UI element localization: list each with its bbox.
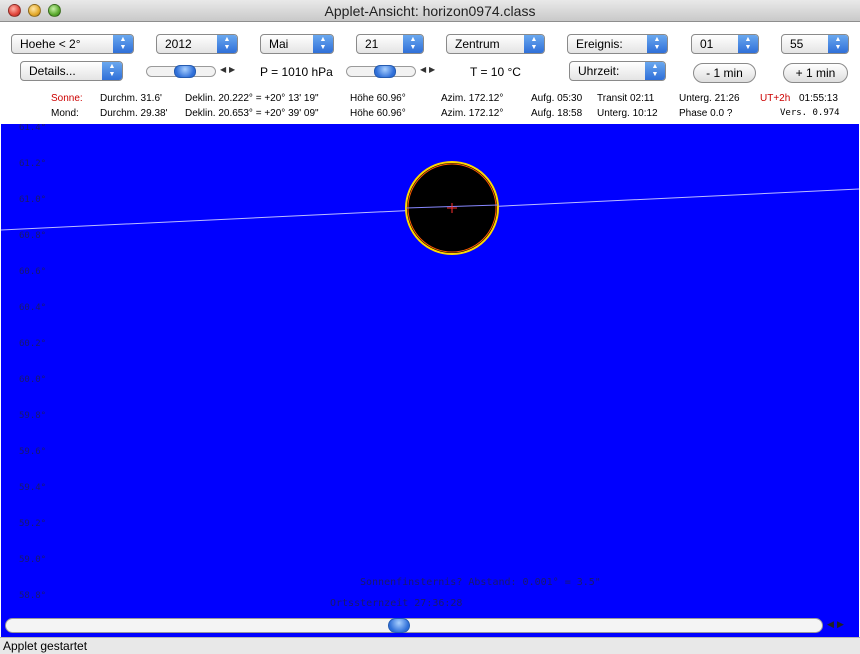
sun-rise: Aufg. 05:30 xyxy=(531,93,583,104)
chevron-updown-icon: ▲ ▼ xyxy=(828,35,848,53)
title-bar: Applet-Ansicht: horizon0974.class xyxy=(0,0,860,22)
zentrum-select[interactable]: Zentrum ▲ ▼ xyxy=(446,34,545,54)
pressure-label: P = 1010 hPa xyxy=(260,65,333,79)
chevron-updown-icon: ▲ ▼ xyxy=(113,35,133,53)
minute-value: 55 xyxy=(790,37,804,51)
pressure-slider-thumb[interactable] xyxy=(174,65,196,78)
details-select[interactable]: Details... ▲ ▼ xyxy=(20,61,123,81)
moon-set: Unterg. 10:12 xyxy=(597,108,658,119)
applet-window: Applet-Ansicht: horizon0974.class Hoehe … xyxy=(0,0,860,654)
sun-altitude: Höhe 60.96° xyxy=(350,93,406,104)
month-value: Mai xyxy=(269,37,289,51)
chevron-updown-icon: ▲ ▼ xyxy=(102,62,122,80)
ereignis-select[interactable]: Ereignis: ▲ ▼ xyxy=(567,34,668,54)
moon-rise: Aufg. 18:58 xyxy=(531,108,583,119)
arrow-right-icon[interactable]: ▶ xyxy=(229,65,235,74)
arrow-right-icon[interactable]: ▶ xyxy=(429,65,435,74)
sun-azimuth: Azim. 172.12° xyxy=(441,93,504,104)
chevron-updown-icon: ▲ ▼ xyxy=(217,35,237,53)
chevron-updown-icon: ▲ ▼ xyxy=(313,35,333,53)
sun-set: Unterg. 21:26 xyxy=(679,93,740,104)
minute-select[interactable]: 55 ▲ ▼ xyxy=(781,34,849,54)
status-bar: Applet gestartet xyxy=(0,637,860,654)
uhrzeit-value: Uhrzeit: xyxy=(578,64,620,78)
chevron-updown-icon: ▲ ▼ xyxy=(738,35,758,53)
temperature-slider[interactable]: ◀ ▶ xyxy=(346,64,436,78)
minus-minute-button[interactable]: - 1 min xyxy=(693,63,756,83)
day-value: 21 xyxy=(365,37,379,51)
hoehe-select[interactable]: Hoehe < 2° ▲ ▼ xyxy=(11,34,134,54)
version-label: Vers. 0.974 xyxy=(780,108,840,118)
chevron-updown-icon: ▲ ▼ xyxy=(524,35,544,53)
moon-label: Mond: xyxy=(51,108,79,119)
utc-offset: UT+2h xyxy=(760,93,791,104)
ereignis-value: Ereignis: xyxy=(576,37,623,51)
arrow-right-icon[interactable]: ▶ xyxy=(837,619,844,630)
chevron-updown-icon: ▲ ▼ xyxy=(645,62,665,80)
arrow-left-icon[interactable]: ◀ xyxy=(220,65,226,74)
day-select[interactable]: 21 ▲ ▼ xyxy=(356,34,424,54)
temperature-slider-thumb[interactable] xyxy=(374,65,396,78)
moon-altitude: Höhe 60.96° xyxy=(350,108,406,119)
plus-minute-button[interactable]: + 1 min xyxy=(783,63,848,83)
uhrzeit-select[interactable]: Uhrzeit: ▲ ▼ xyxy=(569,61,666,81)
hour-select[interactable]: 01 ▲ ▼ xyxy=(691,34,759,54)
moon-declination: Deklin. 20.653° = +20° 39' 09" xyxy=(185,108,319,119)
sun-transit: Transit 02:11 xyxy=(597,93,655,104)
scrollbar-track[interactable] xyxy=(5,618,823,633)
year-value: 2012 xyxy=(165,37,192,51)
eclipse-distance-text: Sonnenfinsternis? Abstand: 0.001° = 3.5" xyxy=(360,577,601,588)
hour-value: 01 xyxy=(700,37,714,51)
sky-canvas[interactable]: 61.4° 61.2° 61.0° 60.8° 60.6° 60.4° 60.2° 60.0°… xyxy=(1,124,859,615)
time-scrollbar[interactable]: ◀ ▶ xyxy=(1,615,859,637)
chevron-updown-icon: ▲ ▼ xyxy=(647,35,667,53)
window-title: Applet-Ansicht: horizon0974.class xyxy=(324,3,536,19)
moon-azimuth: Azim. 172.12° xyxy=(441,108,504,119)
sky-drawing xyxy=(1,161,859,255)
sun-label: Sonne: xyxy=(51,93,83,104)
hoehe-value: Hoehe < 2° xyxy=(20,37,81,51)
month-select[interactable]: Mai ▲ ▼ xyxy=(260,34,334,54)
temperature-label: T = 10 °C xyxy=(470,65,521,79)
sun-declination: Deklin. 20.222° = +20° 13' 19" xyxy=(185,93,319,104)
chevron-updown-icon: ▲ ▼ xyxy=(403,35,423,53)
arrow-left-icon[interactable]: ◀ xyxy=(420,65,426,74)
details-value: Details... xyxy=(29,64,76,78)
moon-phase: Phase 0.0 ? xyxy=(679,108,733,119)
current-time: 01:55:13 xyxy=(799,93,838,104)
pressure-slider[interactable]: ◀ ▶ xyxy=(146,64,236,78)
scrollbar-thumb[interactable] xyxy=(388,618,410,633)
year-select[interactable]: 2012 ▲ ▼ xyxy=(156,34,238,54)
arrow-left-icon[interactable]: ◀ xyxy=(827,619,834,630)
sun-diameter: Durchm. 31.6' xyxy=(100,93,162,104)
zentrum-value: Zentrum xyxy=(455,37,500,51)
sidereal-time-text: Ortssternzeit 27:36:28 xyxy=(330,598,463,609)
moon-diameter: Durchm. 29.38' xyxy=(100,108,168,119)
